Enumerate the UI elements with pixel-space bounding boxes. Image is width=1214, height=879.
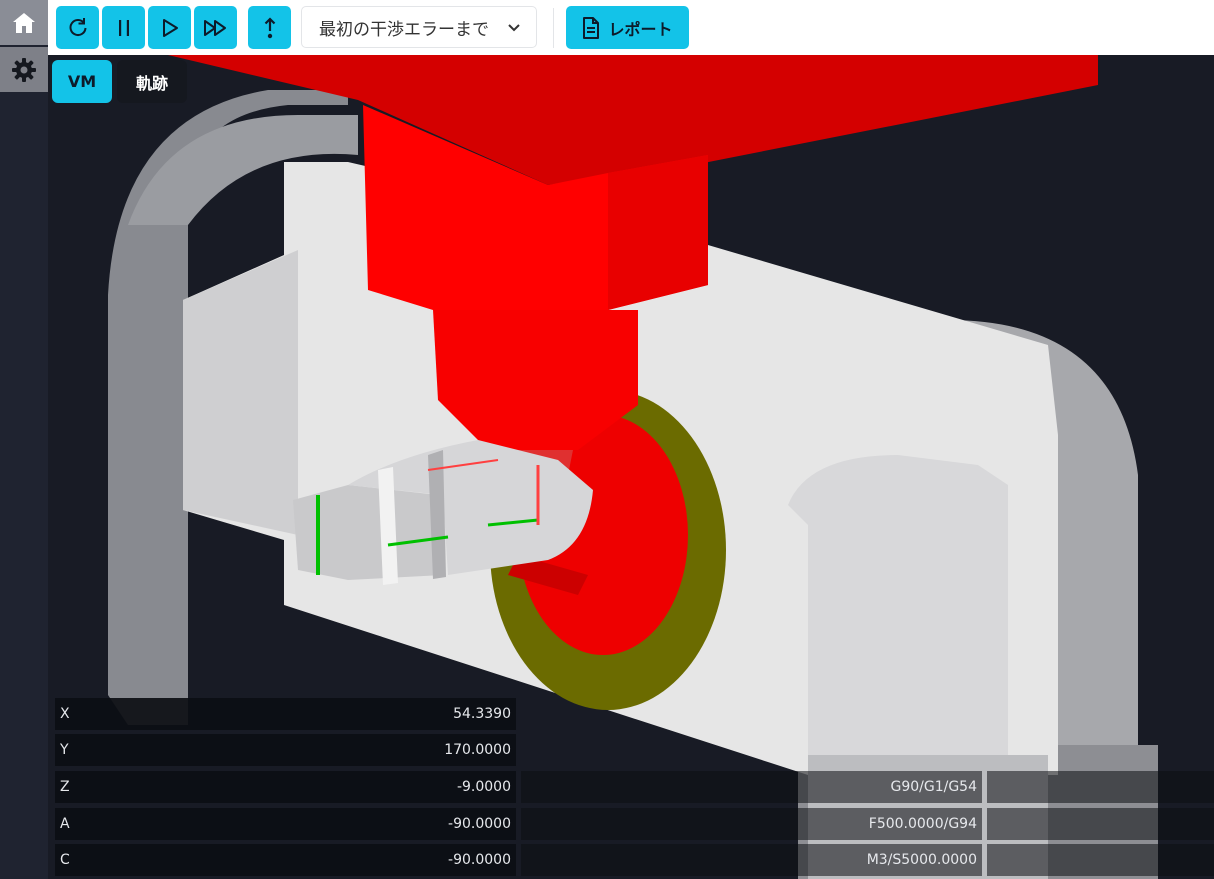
coord-row-c: C -90.0000 xyxy=(55,844,516,876)
status-cell-empty xyxy=(987,771,1214,803)
home-icon xyxy=(13,12,35,33)
coord-row-y: Y 170.0000 xyxy=(55,734,516,766)
modal-value: F500.0000/G94 xyxy=(868,816,977,832)
toolbar-divider xyxy=(553,8,554,48)
coord-value: 170.0000 xyxy=(444,742,511,758)
sidebar xyxy=(0,0,48,879)
pause-button[interactable] xyxy=(102,6,145,49)
reset-icon xyxy=(69,17,86,36)
coord-row-z: Z -9.0000 xyxy=(55,771,516,803)
coord-value: -90.0000 xyxy=(448,852,511,868)
coord-axis-label: C xyxy=(60,852,70,868)
tab-vm[interactable]: VM xyxy=(52,60,112,103)
modal-row-spindle: M3/S5000.0000 xyxy=(521,844,982,876)
coord-axis-label: Y xyxy=(60,742,69,758)
tab-trajectory[interactable]: 軌跡 xyxy=(117,60,187,103)
coord-row-a: A -90.0000 xyxy=(55,808,516,840)
coord-value: -90.0000 xyxy=(448,816,511,832)
settings-button[interactable] xyxy=(0,47,48,92)
workpiece-tip xyxy=(293,485,443,580)
modal-value: M3/S5000.0000 xyxy=(866,852,977,868)
machine-viewport[interactable]: VM 軌跡 X 54.3390 Y 170.0000 Z -9.0000 A -… xyxy=(48,55,1214,879)
table-right-block xyxy=(788,455,1008,775)
chevron-down-icon xyxy=(508,24,520,32)
spindle-column-side xyxy=(608,155,708,310)
toolbar: 最初の干渉エラーまで レポート xyxy=(48,0,1214,55)
report-label: レポート xyxy=(608,19,673,39)
gear-icon xyxy=(12,57,36,82)
reset-button[interactable] xyxy=(56,6,99,49)
report-button[interactable]: レポート xyxy=(566,6,689,49)
fast-forward-button[interactable] xyxy=(194,6,237,49)
table-left-face xyxy=(183,250,298,535)
coord-axis-label: A xyxy=(60,816,70,832)
play-icon xyxy=(162,18,178,37)
run-mode-select[interactable]: 最初の干渉エラーまで xyxy=(301,6,537,48)
play-button[interactable] xyxy=(148,6,191,49)
pause-icon xyxy=(118,19,129,36)
run-mode-value: 最初の干渉エラーまで xyxy=(319,19,489,40)
status-cell-empty xyxy=(987,808,1214,840)
modal-row-gcode: G90/G1/G54 xyxy=(521,771,982,803)
step-up-icon xyxy=(264,16,275,38)
document-icon xyxy=(583,16,600,39)
coord-axis-label: Z xyxy=(60,779,70,795)
coord-axis-label: X xyxy=(60,706,70,722)
home-button[interactable] xyxy=(0,0,48,45)
fast-forward-icon xyxy=(203,19,226,36)
step-button[interactable] xyxy=(248,6,291,49)
coord-row-x: X 54.3390 xyxy=(55,698,516,730)
status-cell-empty xyxy=(987,844,1214,876)
coord-value: -9.0000 xyxy=(456,779,511,795)
modal-value: G90/G1/G54 xyxy=(890,779,977,795)
coord-value: 54.3390 xyxy=(453,706,511,722)
modal-row-feed: F500.0000/G94 xyxy=(521,808,982,840)
